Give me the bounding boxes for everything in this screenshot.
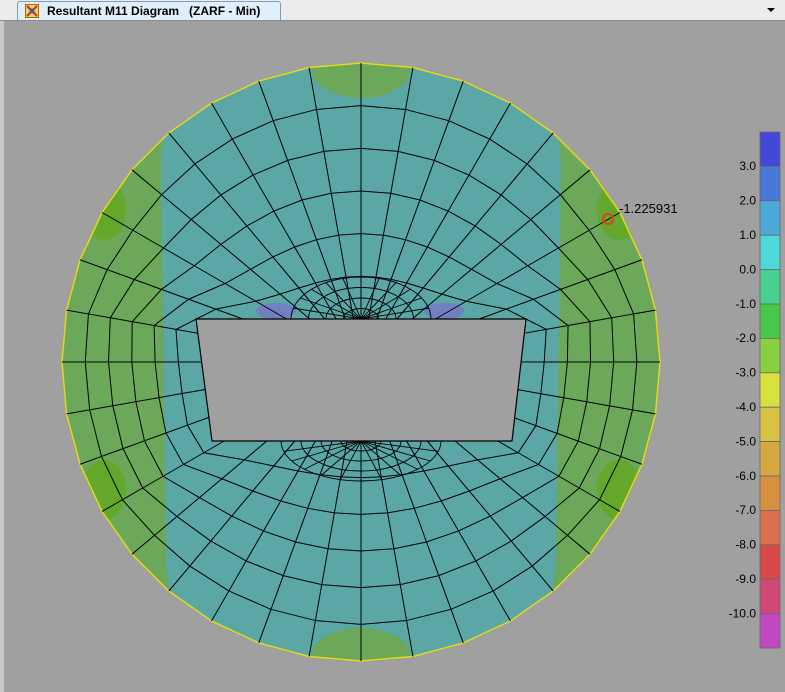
legend-swatch bbox=[759, 406, 781, 443]
legend-tick-label: -10.0 bbox=[729, 606, 757, 620]
diagram-viewport[interactable]: 3.0 2.0 1.0 0.0 -1.0 -2.0 -3.0 -4.0 -5.0 -6.0 -7.0… bbox=[0, 21, 785, 692]
legend-tick-label: -8.0 bbox=[735, 538, 756, 552]
tab-title: Resultant M11 Diagram (ZARF - Min) bbox=[47, 4, 261, 18]
legend-tick-label: -9.0 bbox=[735, 572, 756, 586]
legend-swatch bbox=[759, 578, 781, 615]
legend-tick-label: 1.0 bbox=[739, 228, 756, 242]
legend-swatch bbox=[759, 131, 781, 167]
legend-swatch bbox=[759, 337, 781, 374]
legend-tick-label: -7.0 bbox=[735, 503, 756, 517]
legend-swatch bbox=[759, 544, 781, 580]
color-legend: 3.0 2.0 1.0 0.0 -1.0 -2.0 -3.0 -4.0 -5.0 -6.0 -7.0… bbox=[729, 131, 781, 649]
legend-tick-label: -4.0 bbox=[735, 400, 756, 414]
legend-swatch bbox=[759, 269, 781, 305]
legend-swatch bbox=[759, 234, 781, 270]
legend-tick-label: 2.0 bbox=[739, 194, 756, 208]
legend-swatch bbox=[759, 475, 781, 511]
legend-swatch bbox=[759, 441, 781, 477]
dark-green-patch bbox=[82, 460, 126, 520]
m11-contour-diagram[interactable]: 3.0 2.0 1.0 0.0 -1.0 -2.0 -3.0 -4.0 -5.0 -6.0 -7.0… bbox=[4, 21, 785, 692]
legend-tick-label: -5.0 bbox=[735, 434, 756, 448]
document-tab-bar: Resultant M11 Diagram (ZARF - Min) bbox=[0, 0, 785, 21]
legend-swatch bbox=[759, 509, 781, 546]
tunnel-opening bbox=[195, 318, 527, 442]
legend-swatch bbox=[759, 165, 781, 202]
legend-tick-label: -2.0 bbox=[735, 331, 756, 345]
legend-swatch bbox=[759, 613, 781, 649]
chevron-down-icon[interactable] bbox=[764, 3, 778, 17]
legend-tick-label: -6.0 bbox=[735, 469, 756, 483]
diagram-tab[interactable]: Resultant M11 Diagram (ZARF - Min) bbox=[17, 1, 281, 20]
legend-swatch bbox=[759, 200, 781, 236]
legend-tick-label: 0.0 bbox=[739, 262, 756, 276]
legend-tick-label: -1.0 bbox=[735, 297, 756, 311]
structure-diagram-icon bbox=[25, 4, 39, 18]
legend-tick-label: -3.0 bbox=[735, 366, 756, 380]
legend-tick-label: 3.0 bbox=[739, 159, 756, 173]
legend-swatch bbox=[759, 372, 781, 408]
annotation-value: -1.225931 bbox=[619, 201, 678, 216]
legend-swatch bbox=[759, 303, 781, 339]
